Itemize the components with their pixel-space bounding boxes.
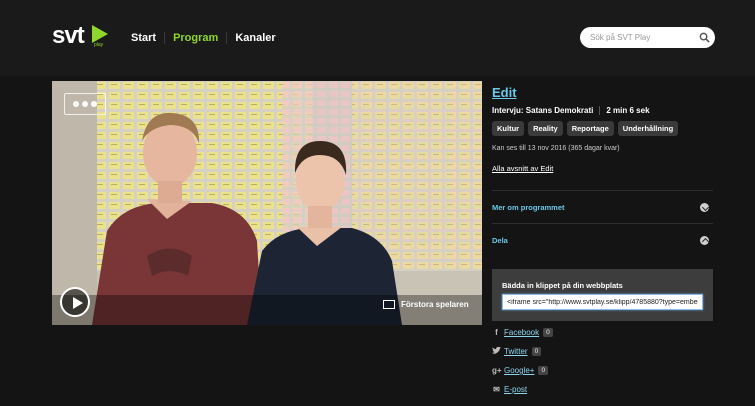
play-badge-icon: play (92, 25, 108, 48)
dot-icon (82, 101, 88, 107)
program-title[interactable]: Edit (492, 85, 517, 100)
more-options-button[interactable] (64, 93, 106, 115)
nav-program[interactable]: Program (164, 32, 226, 44)
tag-reality[interactable]: Reality (528, 121, 563, 136)
search-input[interactable] (590, 30, 695, 45)
search-box (580, 27, 715, 48)
embed-code-field[interactable] (502, 294, 703, 310)
twitter-link[interactable]: Twitter (504, 347, 528, 356)
facebook-link[interactable]: Facebook (504, 328, 539, 337)
svt-play-logo[interactable]: svt play (52, 22, 112, 50)
twitter-count: 0 (531, 347, 542, 356)
email-icon: ✉ (493, 385, 500, 394)
dot-icon (73, 101, 79, 107)
share-toggle[interactable]: Dela (492, 224, 713, 256)
expand-icon (383, 300, 395, 309)
google-plus-link[interactable]: Google+ (504, 366, 534, 375)
video-frame-image (52, 81, 482, 325)
facebook-icon: f (495, 328, 498, 337)
embed-panel: Bädda in klippet på din webbplats (492, 269, 713, 321)
twitter-icon (492, 346, 501, 357)
logo-badge-text: play (94, 42, 104, 48)
video-player[interactable]: Förstora spelaren (52, 81, 482, 325)
email-link[interactable]: E-post (504, 385, 527, 394)
share-facebook: f Facebook 0 (492, 323, 713, 342)
share-label: Dela (492, 235, 508, 245)
site-header: svt play Start Program Kanaler (0, 0, 755, 76)
logo-text: svt (52, 22, 85, 49)
more-about-program-toggle[interactable]: Mer om programmet (492, 191, 713, 223)
share-twitter: Twitter 0 (492, 342, 713, 361)
program-info: Edit Intervju: Satans Demokrati 2 min 6 … (492, 84, 713, 256)
nav-kanaler[interactable]: Kanaler (226, 32, 283, 44)
facebook-count: 0 (543, 328, 553, 337)
tag-kultur[interactable]: Kultur (492, 121, 525, 136)
episode-meta: Intervju: Satans Demokrati 2 min 6 sek (492, 106, 713, 115)
google-plus-count: 0 (538, 366, 549, 375)
availability-text: Kan ses till 13 nov 2016 (365 dagar kvar… (492, 145, 620, 152)
all-episodes-link[interactable]: Alla avsnitt av Edit (492, 164, 553, 173)
enlarge-player-button[interactable]: Förstora spelaren (383, 300, 469, 309)
chevron-up-icon (700, 236, 709, 245)
tag-reportage[interactable]: Reportage (566, 121, 614, 136)
dot-icon (91, 101, 97, 107)
episode-title: Intervju: Satans Demokrati (492, 106, 594, 115)
enlarge-player-label: Förstora spelaren (401, 300, 469, 309)
share-email: ✉ E-post (492, 380, 713, 399)
episode-duration: 2 min 6 sek (606, 106, 650, 115)
play-button[interactable] (60, 287, 90, 317)
chevron-down-icon (700, 203, 709, 212)
share-google-plus: g+ Google+ 0 (492, 361, 713, 380)
tag-list: Kultur Reality Reportage Underhållning (492, 121, 713, 136)
share-list: f Facebook 0 Twitter 0 g+ Google+ 0 ✉ E-… (492, 323, 713, 399)
search-icon[interactable] (699, 32, 710, 43)
nav-start[interactable]: Start (131, 32, 164, 44)
meta-divider (599, 106, 601, 115)
main-nav: Start Program Kanaler (131, 32, 284, 44)
more-about-program-label: Mer om programmet (492, 202, 565, 212)
google-plus-icon: g+ (492, 366, 502, 375)
embed-label: Bädda in klippet på din webbplats (502, 281, 623, 290)
tag-underhallning[interactable]: Underhållning (617, 121, 679, 136)
